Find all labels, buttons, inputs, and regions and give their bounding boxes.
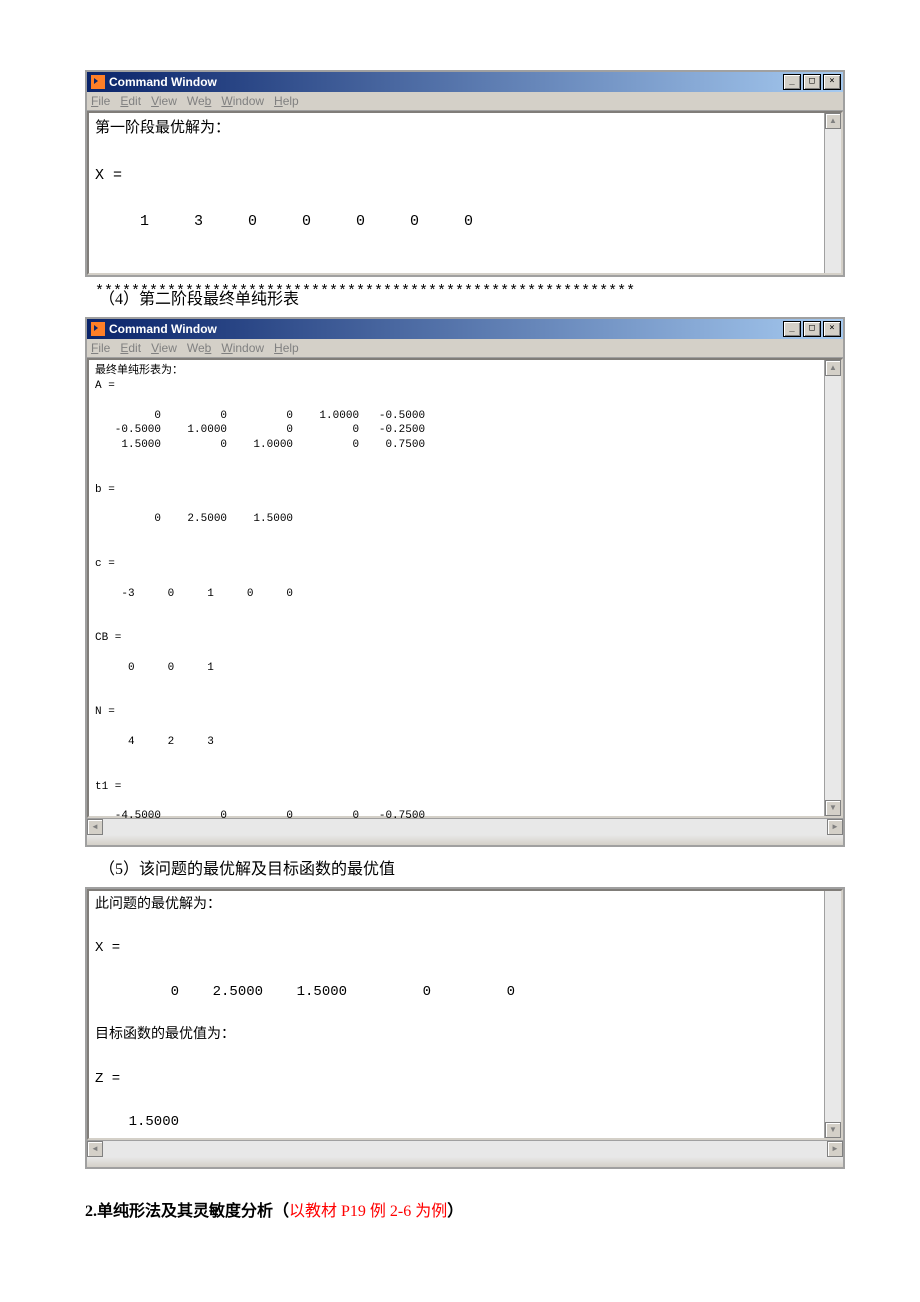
output-panel: 此问题的最优解为： X = 0 2.5000 1.5000 0 0 目标函数的最… (85, 887, 845, 1169)
titlebar[interactable]: Command Window _ □ × (87, 319, 843, 339)
matlab-icon (91, 75, 105, 89)
menu-help[interactable]: Help (274, 94, 299, 108)
window-title: Command Window (109, 322, 783, 336)
menu-help[interactable]: Help (274, 341, 299, 355)
close-button[interactable]: × (823, 321, 841, 337)
scroll-down-icon[interactable]: ▼ (825, 1122, 841, 1138)
window-title: Command Window (109, 75, 783, 89)
heading-text-pre: 2.单纯形法及其灵敏度分析（ (85, 1203, 289, 1220)
scroll-down-icon[interactable]: ▼ (825, 800, 841, 816)
menu-window[interactable]: Window (221, 341, 264, 355)
heading-text-red: 以教材 P19 例 2-6 为例 (289, 1203, 447, 1220)
matlab-icon (91, 322, 105, 336)
horizontal-scrollbar[interactable]: ◄ ► (87, 1140, 843, 1157)
command-window-1: Command Window _ □ × File Edit View Web … (85, 70, 845, 277)
console-output: 此问题的最优解为： X = 0 2.5000 1.5000 0 0 目标函数的最… (89, 891, 841, 1138)
menu-edit[interactable]: Edit (120, 94, 141, 108)
maximize-button[interactable]: □ (803, 321, 821, 337)
statusbar (87, 1157, 843, 1167)
menu-file[interactable]: File (91, 94, 110, 108)
section-heading-2: 2.单纯形法及其灵敏度分析（以教材 P19 例 2-6 为例） (85, 1197, 845, 1221)
menu-web[interactable]: Web (187, 94, 211, 108)
command-window-2: Command Window _ □ × File Edit View Web … (85, 317, 845, 847)
console-output: 第一阶段最优解为： X = 1 3 0 0 0 0 0 ************… (89, 113, 841, 307)
caption-solution: （5）该问题的最优解及目标函数的最优值 (99, 855, 845, 879)
titlebar[interactable]: Command Window _ □ × (87, 72, 843, 92)
menu-view[interactable]: View (151, 94, 177, 108)
maximize-button[interactable]: □ (803, 74, 821, 90)
console-output: 最终单纯形表为： A = 0 0 0 1.0000 -0.5000 -0.500… (89, 360, 841, 828)
menu-file[interactable]: File (91, 341, 110, 355)
menubar: File Edit View Web Window Help (87, 339, 843, 358)
statusbar (87, 835, 843, 845)
heading-text-post: ） (447, 1203, 463, 1220)
vertical-scrollbar[interactable]: ▼ (824, 891, 841, 1138)
scroll-left-icon[interactable]: ◄ (87, 1141, 103, 1157)
menu-window[interactable]: Window (221, 94, 264, 108)
vertical-scrollbar[interactable]: ▲ (824, 113, 841, 273)
menu-web[interactable]: Web (187, 341, 211, 355)
close-button[interactable]: × (823, 74, 841, 90)
minimize-button[interactable]: _ (783, 321, 801, 337)
menu-view[interactable]: View (151, 341, 177, 355)
minimize-button[interactable]: _ (783, 74, 801, 90)
scroll-right-icon[interactable]: ► (827, 1141, 843, 1157)
vertical-scrollbar[interactable]: ▲ ▼ (824, 360, 841, 816)
menu-edit[interactable]: Edit (120, 341, 141, 355)
scroll-up-icon[interactable]: ▲ (825, 113, 841, 129)
menubar: File Edit View Web Window Help (87, 92, 843, 111)
scroll-up-icon[interactable]: ▲ (825, 360, 841, 376)
